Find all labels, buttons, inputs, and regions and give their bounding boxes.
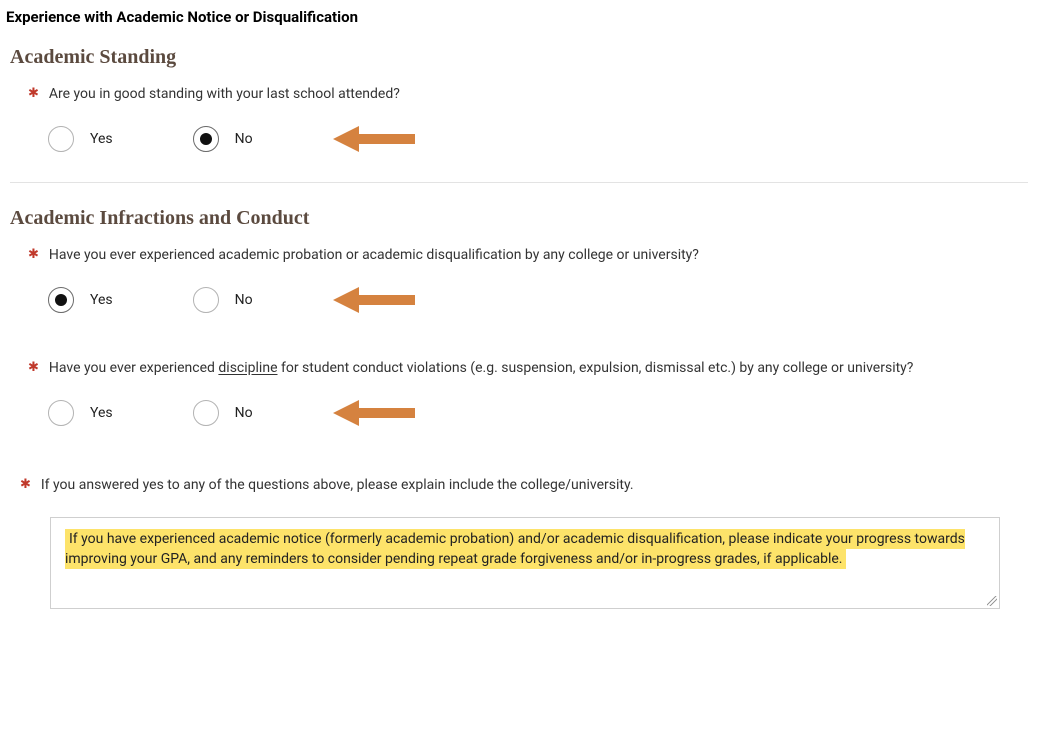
question-text-suffix: for student conduct violations (e.g. sus…: [278, 360, 914, 376]
question-text-prefix: Have you ever experienced: [49, 360, 219, 376]
radio-circle-icon: [48, 126, 74, 152]
radio-circle-icon: [48, 287, 74, 313]
radio-circle-icon: [48, 400, 74, 426]
explain-textarea[interactable]: If you have experienced academic notice …: [50, 517, 1000, 609]
radio-label: No: [235, 131, 253, 147]
section-heading-infractions: Academic Infractions and Conduct: [10, 207, 1028, 230]
radio-dot-icon: [200, 133, 212, 145]
radio-label: Yes: [90, 405, 113, 421]
radio-label: No: [235, 405, 253, 421]
radio-circle-icon: [193, 287, 219, 313]
required-icon: ✱: [28, 360, 39, 375]
resize-handle-icon[interactable]: [987, 596, 997, 606]
radio-option-no[interactable]: No: [193, 400, 253, 426]
radio-circle-icon: [193, 400, 219, 426]
radio-dot-icon: [55, 294, 67, 306]
required-icon: ✱: [28, 86, 39, 101]
question-text-underlined: discipline: [218, 360, 277, 376]
radio-option-yes[interactable]: Yes: [48, 400, 113, 426]
radio-option-no[interactable]: No: [193, 287, 253, 313]
required-icon: ✱: [20, 477, 31, 492]
question-text: Have you ever experienced academic proba…: [49, 247, 699, 263]
question-discipline: ✱ Have you ever experienced discipline f…: [10, 357, 1028, 428]
radio-option-yes[interactable]: Yes: [48, 287, 113, 313]
question-explain: ✱ If you answered yes to any of the ques…: [10, 474, 1028, 609]
question-standing: ✱ Are you in good standing with your las…: [10, 83, 1028, 154]
radio-label: Yes: [90, 292, 113, 308]
form-content: Academic Standing ✱ Are you in good stan…: [0, 46, 1038, 639]
arrow-left-icon: [333, 285, 415, 315]
textarea-highlighted-content: If you have experienced academic notice …: [65, 529, 965, 569]
arrow-left-icon: [333, 124, 415, 154]
question-probation: ✱ Have you ever experienced academic pro…: [10, 244, 1028, 315]
required-icon: ✱: [28, 247, 39, 262]
question-text: If you answered yes to any of the questi…: [41, 477, 634, 493]
arrow-left-icon: [333, 398, 415, 428]
radio-label: Yes: [90, 131, 113, 147]
section-heading-academic-standing: Academic Standing: [10, 46, 1028, 69]
question-text: Are you in good standing with your last …: [49, 86, 400, 102]
radio-circle-icon: [193, 126, 219, 152]
radio-option-yes[interactable]: Yes: [48, 126, 113, 152]
radio-group-standing: Yes No: [28, 124, 1028, 154]
page-title: Experience with Academic Notice or Disqu…: [0, 0, 1038, 46]
radio-option-no[interactable]: No: [193, 126, 253, 152]
radio-group-discipline: Yes No: [28, 398, 1028, 428]
divider: [10, 182, 1028, 183]
radio-label: No: [235, 292, 253, 308]
radio-group-probation: Yes No: [28, 285, 1028, 315]
